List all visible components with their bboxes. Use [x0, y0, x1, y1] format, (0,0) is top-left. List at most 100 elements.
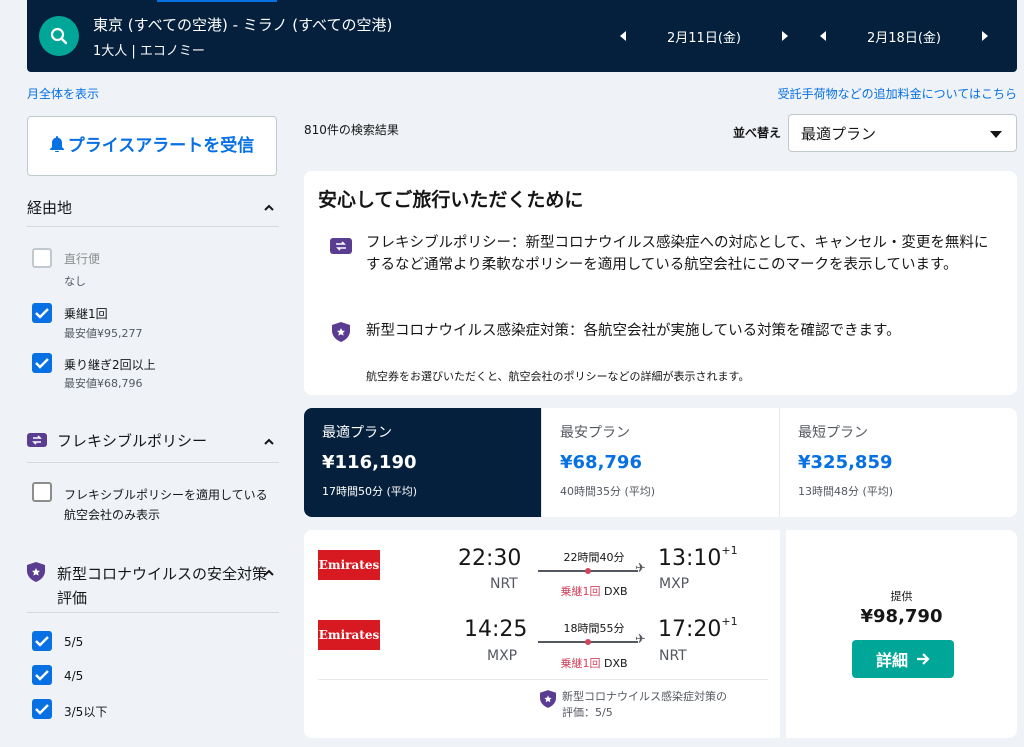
airline-logo: Emirates [318, 550, 380, 580]
tab-cheapest-name: 最安プラン [560, 425, 630, 441]
tab-cheapest-price: ¥68,796 [560, 452, 642, 473]
nonstop-price: なし [64, 275, 86, 288]
nonstop-label: 直行便 [64, 252, 101, 266]
price-alert-button[interactable]: プライスアラートを受信 [27, 116, 277, 176]
chevron-left-icon [620, 31, 626, 41]
chevron-up-icon[interactable] [262, 435, 276, 449]
flight-price: ¥98,790 [860, 606, 943, 627]
return-date-nav: 2月18日(金) [817, 0, 991, 72]
tab-fastest-price: ¥325,859 [798, 452, 893, 473]
price-alert-label: プライスアラートを受信 [49, 134, 255, 158]
tab-best-name: 最適プラン [322, 425, 392, 441]
departure-airport: NRT [490, 576, 518, 592]
one-stop-checkbox[interactable] [32, 303, 52, 323]
tab-fastest-duration: 13時間48分 (平均) [798, 485, 894, 498]
stops-count: 乗継1回 [560, 657, 601, 670]
via-airport: DXB [603, 657, 628, 670]
covid-rating-line2: 評価：5/5 [562, 706, 613, 719]
stops-section-title: 経由地 [27, 199, 73, 217]
arrow-right-icon [917, 653, 930, 665]
tab-best[interactable]: 最適プラン ¥116,190 17時間50分 (平均) [304, 408, 542, 517]
arrival-time: 17:20+1 [658, 615, 738, 642]
chevron-left-icon [820, 31, 826, 41]
flex-only-checkbox[interactable] [32, 482, 52, 502]
covid-section-title: 新型コロナウイルスの安全対策評価 [57, 562, 267, 610]
chevron-right-icon [782, 31, 788, 41]
departure-time: 22:30 [458, 546, 522, 571]
flex-only-label: フレキシブルポリシーを適用している航空会社のみ表示 [64, 488, 268, 522]
month-view-link[interactable]: 月全体を表示 [27, 85, 99, 102]
leg-stops: 乗継1回 DXB [538, 655, 650, 671]
check-icon [35, 670, 49, 681]
flexible-policy-icon [330, 238, 352, 254]
prev-depart-date-button[interactable] [617, 30, 629, 42]
chevron-up-icon[interactable] [262, 201, 276, 215]
provider-label: 提供 [890, 590, 913, 603]
sort-label: 並べ替え [733, 126, 782, 140]
search-button[interactable] [39, 16, 79, 56]
details-button[interactable]: 詳細 [852, 640, 954, 678]
tab-cheapest[interactable]: 最安プラン ¥68,796 40時間35分 (平均) [542, 408, 780, 517]
one-stop-price: 最安値¥95,277 [64, 327, 143, 340]
flexible-policy-icon [27, 433, 47, 447]
next-day-indicator: +1 [721, 615, 738, 628]
airline-logo: Emirates [318, 620, 380, 650]
plane-icon: ✈ [635, 561, 646, 576]
covid-shield-icon [27, 562, 45, 582]
tab-fastest[interactable]: 最短プラン ¥325,859 13時間48分 (平均) [780, 408, 1017, 517]
depart-date-nav: 2月11日(金) [617, 0, 791, 72]
chevron-right-icon [982, 31, 988, 41]
rating-4-label: 4/5 [64, 669, 84, 683]
two-plus-stops-price: 最安値¥68,796 [64, 377, 143, 390]
flight-result-card[interactable]: Emirates 22:30 NRT 22時間40分 ✈ 乗継1回 DXB 13… [304, 530, 780, 738]
leg-stops: 乗継1回 DXB [538, 583, 650, 599]
departure-time: 14:25 [464, 617, 528, 642]
tab-best-duration: 17時間50分 (平均) [322, 485, 418, 498]
travel-safety-info-card: 安心してご旅行いただくために フレキシブルポリシー：新型コロナウイルス感染症への… [304, 171, 1017, 395]
flex-policy-text: フレキシブルポリシー：新型コロナウイルス感染症への対応として、キャンセル・変更を… [366, 235, 989, 273]
sort-selected-value: 最適プラン [801, 125, 877, 143]
next-depart-date-button[interactable] [779, 30, 791, 42]
price-panel: 提供 ¥98,790 詳細 [786, 530, 1017, 738]
rating-3-checkbox[interactable] [32, 699, 52, 719]
arrival-airport: NRT [659, 648, 687, 664]
baggage-fees-link[interactable]: 受託手荷物などの追加料金についてはこちら [778, 85, 1017, 102]
header-highlight [157, 0, 277, 2]
covid-measures-text: 新型コロナウイルス感染症対策：各航空会社が実施している対策を確認できます。 [366, 323, 901, 339]
chevron-up-icon[interactable] [262, 566, 276, 580]
info-title: 安心してご旅行いただくために [318, 189, 584, 211]
next-return-date-button[interactable] [979, 30, 991, 42]
rating-4-checkbox[interactable] [32, 665, 52, 685]
next-day-indicator: +1 [721, 544, 738, 557]
plane-icon: ✈ [635, 632, 646, 647]
search-summary-bar[interactable]: 東京 (すべての空港) - ミラノ (すべての空港) 1大人 | エコノミー 2… [27, 0, 1017, 72]
route-text: 東京 (すべての空港) - ミラノ (すべての空港) [93, 16, 393, 34]
stops-count: 乗継1回 [560, 585, 601, 598]
prev-return-date-button[interactable] [817, 30, 829, 42]
return-date[interactable]: 2月18日(金) [829, 27, 979, 46]
two-plus-stops-label: 乗り継ぎ2回以上 [64, 358, 156, 372]
rating-5-label: 5/5 [64, 635, 84, 649]
caret-down-icon [990, 131, 1002, 138]
covid-rating-note: 新型コロナウイルス感染症対策の 評価：5/5 [540, 689, 727, 721]
flex-section-title: フレキシブルポリシー [57, 432, 208, 450]
check-icon [35, 358, 49, 369]
price-alert-text: プライスアラートを受信 [67, 136, 255, 156]
sort-tabs: 最適プラン ¥116,190 17時間50分 (平均) 最安プラン ¥68,79… [304, 408, 1017, 517]
covid-shield-icon [540, 690, 556, 708]
check-icon [35, 636, 49, 647]
arrival-time-text: 17:20 [658, 617, 722, 642]
sort-select[interactable]: 最適プラン [788, 114, 1017, 152]
arrival-time: 13:10+1 [658, 544, 738, 571]
departure-airport: MXP [487, 648, 518, 664]
via-airport: DXB [603, 585, 628, 598]
nonstop-checkbox[interactable] [32, 248, 52, 268]
divider [27, 612, 279, 613]
bell-icon [49, 136, 64, 153]
info-footnote: 航空券をお選びいただくと、航空会社のポリシーなどの詳細が表示されます。 [366, 370, 750, 383]
tab-best-price: ¥116,190 [322, 452, 417, 473]
tab-fastest-name: 最短プラン [798, 425, 868, 441]
rating-5-checkbox[interactable] [32, 631, 52, 651]
two-plus-stops-checkbox[interactable] [32, 353, 52, 373]
depart-date[interactable]: 2月11日(金) [629, 27, 779, 46]
